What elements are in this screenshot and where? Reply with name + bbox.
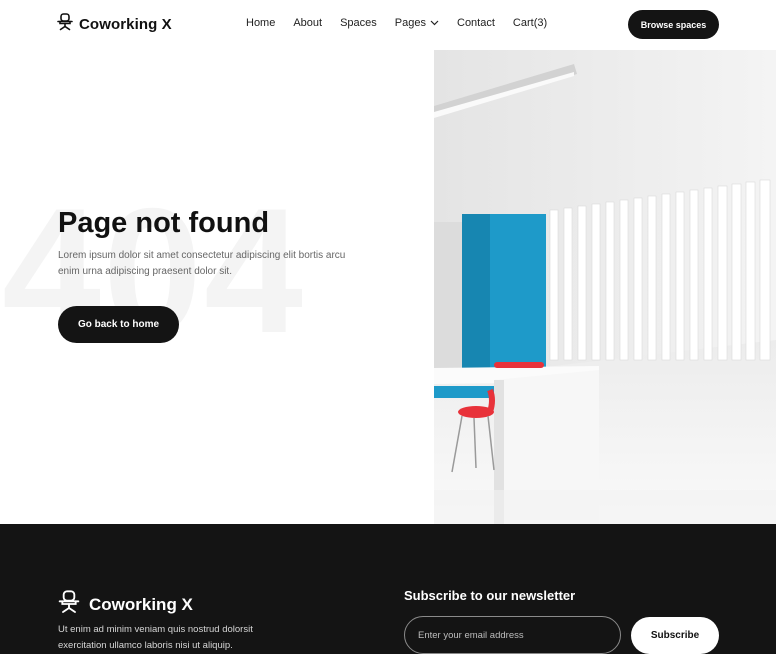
page-description: Lorem ipsum dolor sit amet consectetur a… <box>58 250 346 277</box>
office-interior-image <box>434 50 776 524</box>
go-home-button[interactable]: Go back to home <box>58 306 179 343</box>
nav-home[interactable]: Home <box>246 17 275 29</box>
nav-pages[interactable]: Pages <box>395 17 439 29</box>
chevron-down-icon <box>430 17 439 29</box>
nav-pages-label: Pages <box>394 17 426 29</box>
subscribe-button[interactable]: Subscribe <box>631 617 719 654</box>
footer-brand-name: Coworking X <box>89 594 193 614</box>
nav-about[interactable]: About <box>293 17 322 29</box>
office-chair-icon <box>57 13 73 36</box>
brand-logo[interactable]: Coworking X <box>57 13 172 36</box>
office-chair-icon <box>58 590 80 619</box>
newsletter-email-input[interactable] <box>404 616 621 654</box>
site-header: Coworking X Home About Spaces Pages Cont… <box>0 0 776 50</box>
footer-brand-logo[interactable]: Coworking X <box>58 590 193 619</box>
site-footer: Coworking X Ut enim ad minim veniam quis… <box>0 524 776 654</box>
browse-spaces-button[interactable]: Browse spaces <box>628 10 719 39</box>
main-nav: Home About Spaces Pages Contact Cart(3) <box>246 17 547 29</box>
nav-cart[interactable]: Cart(3) <box>513 17 547 29</box>
newsletter-title: Subscribe to our newsletter <box>404 588 576 603</box>
page-title: Page not found <box>58 207 270 239</box>
brand-name: Coworking X <box>79 16 172 33</box>
hero-section: 404 Page not found Lorem ipsum dolor sit… <box>0 50 776 524</box>
nav-contact[interactable]: Contact <box>457 17 495 29</box>
footer-description: Ut enim ad minim veniam quis nostrud dol… <box>58 624 253 651</box>
nav-spaces[interactable]: Spaces <box>340 17 377 29</box>
